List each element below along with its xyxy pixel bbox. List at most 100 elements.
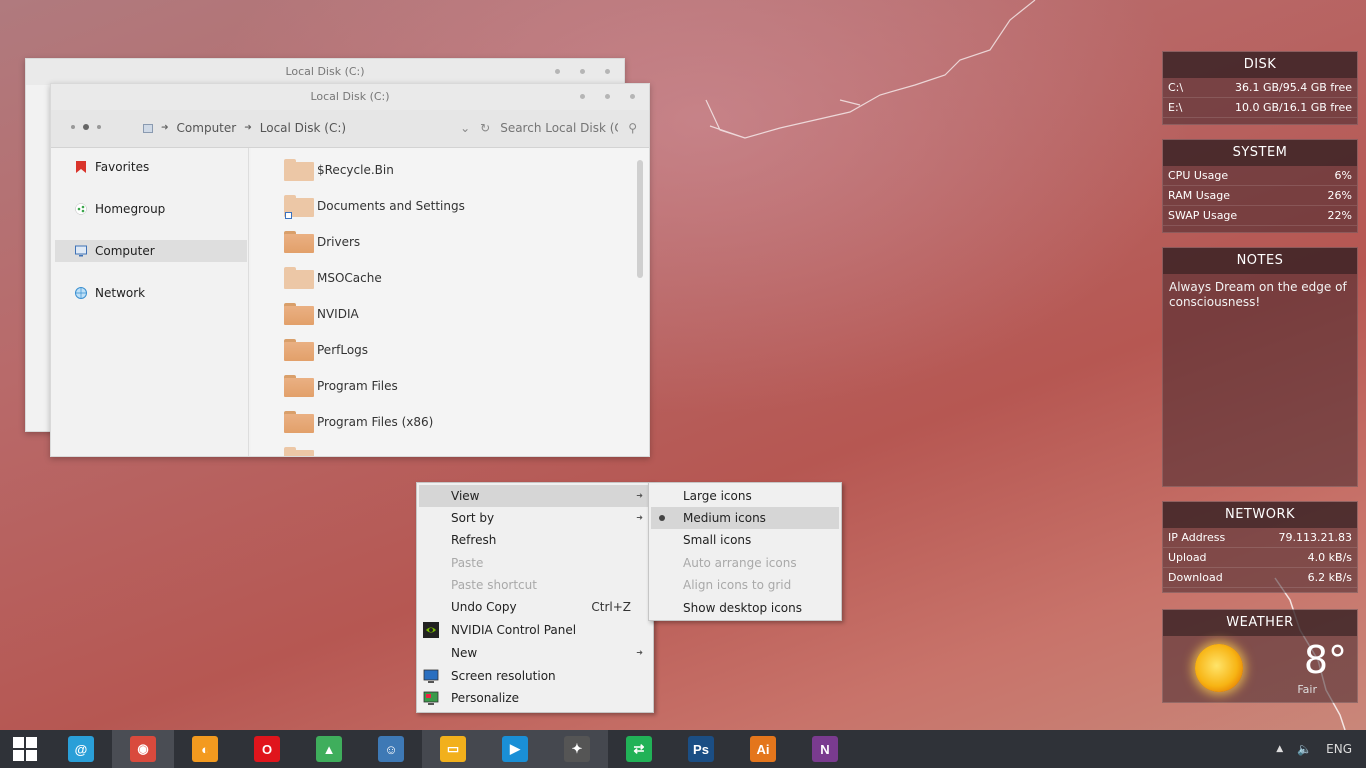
- menu-item-paste[interactable]: Paste: [419, 552, 651, 574]
- menu-item-label: Show desktop icons: [683, 601, 803, 615]
- tray-overflow-icon[interactable]: ▲: [1276, 744, 1283, 754]
- search-icon[interactable]: ⚲: [628, 121, 637, 135]
- menu-item-auto-arrange[interactable]: Auto arrange icons: [651, 552, 839, 574]
- list-item[interactable]: PerfLogs: [284, 336, 368, 364]
- menu-item-screen-resolution[interactable]: Screen resolution: [419, 665, 651, 687]
- menu-item-label: Small icons: [683, 533, 752, 547]
- folder-icon: [284, 267, 314, 289]
- taskbar-app-illustrator[interactable]: Ai: [732, 730, 794, 768]
- menu-item-align-to-grid[interactable]: Align icons to grid: [651, 574, 839, 596]
- maximize-button[interactable]: [605, 94, 610, 99]
- volume-icon[interactable]: 🔈: [1297, 742, 1312, 756]
- firefox-icon: ◐: [192, 736, 218, 762]
- start-button[interactable]: [0, 730, 50, 768]
- close-button[interactable]: [630, 94, 635, 99]
- minimize-button[interactable]: [580, 94, 585, 99]
- menu-item-large-icons[interactable]: Large icons: [651, 485, 839, 507]
- notes-text[interactable]: Always Dream on the edge of consciousnes…: [1163, 274, 1357, 316]
- maximize-button[interactable]: [580, 69, 585, 74]
- search-input[interactable]: [500, 121, 619, 135]
- network-gadget[interactable]: NETWORK IP Address 79.113.21.83 Upload 4.0…: [1162, 501, 1358, 593]
- taskbar-app-file-explorer[interactable]: ▭: [422, 730, 484, 768]
- breadcrumb-local-disk[interactable]: Local Disk (C:): [260, 121, 346, 135]
- explorer-titlebar[interactable]: Local Disk (C:): [51, 84, 649, 110]
- close-button[interactable]: [605, 69, 610, 74]
- breadcrumb-computer[interactable]: Computer: [177, 121, 237, 135]
- refresh-icon[interactable]: ↻: [480, 121, 490, 135]
- list-item[interactable]: MSOCache: [284, 264, 382, 292]
- list-item[interactable]: Documents and Settings: [284, 192, 465, 220]
- weather-gadget[interactable]: WEATHER 8° Fair: [1162, 609, 1358, 703]
- system-row: RAM Usage 26%: [1163, 186, 1357, 206]
- taskbar-app-remote-desktop[interactable]: ⇄: [608, 730, 670, 768]
- menu-item-show-desktop-icons[interactable]: Show desktop icons: [651, 597, 839, 619]
- bookmark-icon: [76, 161, 86, 173]
- taskbar-app-chrome[interactable]: ◉: [112, 730, 174, 768]
- taskbar-app-finder[interactable]: ☺: [360, 730, 422, 768]
- taskbar-app-foxit[interactable]: ✦: [546, 730, 608, 768]
- menu-item-personalize[interactable]: Personalize: [419, 687, 651, 709]
- file-list[interactable]: $Recycle.Bin Documents and Settings Driv…: [251, 148, 649, 456]
- windows-logo-icon: [13, 737, 37, 761]
- background-window-titlebar[interactable]: Local Disk (C:): [26, 59, 624, 85]
- list-item[interactable]: NVIDIA: [284, 300, 359, 328]
- taskbar-app-mail[interactable]: @: [50, 730, 112, 768]
- scrollbar-thumb[interactable]: [637, 160, 643, 278]
- taskbar-app-onenote[interactable]: N: [794, 730, 856, 768]
- breadcrumb[interactable]: ➜ Computer ➜ Local Disk (C:): [143, 121, 346, 135]
- remote-desktop-icon: ⇄: [626, 736, 652, 762]
- menu-item-new[interactable]: New ➜: [419, 642, 651, 664]
- file-name: MSOCache: [317, 271, 382, 285]
- chevron-right-icon: ➜: [161, 123, 169, 133]
- taskbar-app-photoshop[interactable]: Ps: [670, 730, 732, 768]
- chevron-down-icon[interactable]: ⌄: [460, 121, 470, 135]
- minimize-button[interactable]: [555, 69, 560, 74]
- list-item[interactable]: Program Files: [284, 372, 398, 400]
- opera-icon: O: [254, 736, 280, 762]
- system-value: 6%: [1334, 169, 1352, 182]
- notes-gadget[interactable]: NOTES Always Dream on the edge of consci…: [1162, 247, 1358, 487]
- sidebar-item-computer[interactable]: Computer: [55, 240, 247, 262]
- system-label: CPU Usage: [1168, 169, 1229, 182]
- list-item[interactable]: [284, 444, 317, 456]
- menu-item-sort-by[interactable]: Sort by ➜: [419, 507, 651, 529]
- up-button[interactable]: [97, 125, 101, 129]
- menu-item-label: Refresh: [451, 533, 497, 547]
- list-item[interactable]: Drivers: [284, 228, 360, 256]
- sidebar-item-homegroup[interactable]: Homegroup: [55, 198, 247, 220]
- explorer-window[interactable]: Local Disk (C:) ➜ Computer ➜ Local Disk …: [50, 83, 650, 457]
- menu-item-view[interactable]: View ➜: [419, 485, 651, 507]
- back-button[interactable]: [71, 125, 75, 129]
- language-indicator[interactable]: ENG: [1326, 742, 1352, 756]
- menu-item-refresh[interactable]: Refresh: [419, 529, 651, 551]
- menu-item-paste-shortcut[interactable]: Paste shortcut: [419, 574, 651, 596]
- system-label: RAM Usage: [1168, 189, 1230, 202]
- system-value: 22%: [1327, 209, 1352, 222]
- system-gadget[interactable]: SYSTEM CPU Usage 6% RAM Usage 26% SWAP Usa…: [1162, 139, 1358, 233]
- menu-item-label: Paste shortcut: [451, 578, 537, 592]
- taskbar-app-firefox[interactable]: ◐: [174, 730, 236, 768]
- taskbar-app-opera[interactable]: O: [236, 730, 298, 768]
- menu-item-nvidia-control-panel[interactable]: NVIDIA Control Panel: [419, 619, 651, 641]
- disk-row: E:\ 10.0 GB/16.1 GB free: [1163, 98, 1357, 118]
- folder-icon: [284, 231, 314, 253]
- disk-gadget[interactable]: DISK C:\ 36.1 GB/95.4 GB free E:\ 10.0 GB/…: [1162, 51, 1358, 125]
- list-item[interactable]: $Recycle.Bin: [284, 156, 394, 184]
- sidebar-item-network[interactable]: Network: [55, 282, 247, 304]
- taskbar-app-image-viewer[interactable]: ▲: [298, 730, 360, 768]
- computer-icon: [75, 245, 87, 257]
- desktop-context-menu: View ➜ Sort by ➜ Refresh Paste Paste short…: [416, 482, 654, 713]
- menu-item-medium-icons[interactable]: Medium icons: [651, 507, 839, 529]
- folder-icon: [284, 375, 314, 397]
- menu-item-small-icons[interactable]: Small icons: [651, 529, 839, 551]
- network-value: 6.2 kB/s: [1307, 571, 1352, 584]
- navigation-pane: Favorites Homegroup Computer Network: [51, 148, 249, 456]
- forward-button[interactable]: [83, 124, 89, 130]
- sidebar-item-favorites[interactable]: Favorites: [55, 156, 247, 178]
- list-item[interactable]: Program Files (x86): [284, 408, 433, 436]
- gadget-title: NOTES: [1163, 248, 1357, 274]
- menu-item-undo-copy[interactable]: Undo Copy Ctrl+Z: [419, 596, 651, 618]
- system-value: 26%: [1327, 189, 1352, 202]
- network-icon: [75, 287, 87, 299]
- taskbar-app-media-player[interactable]: ▶: [484, 730, 546, 768]
